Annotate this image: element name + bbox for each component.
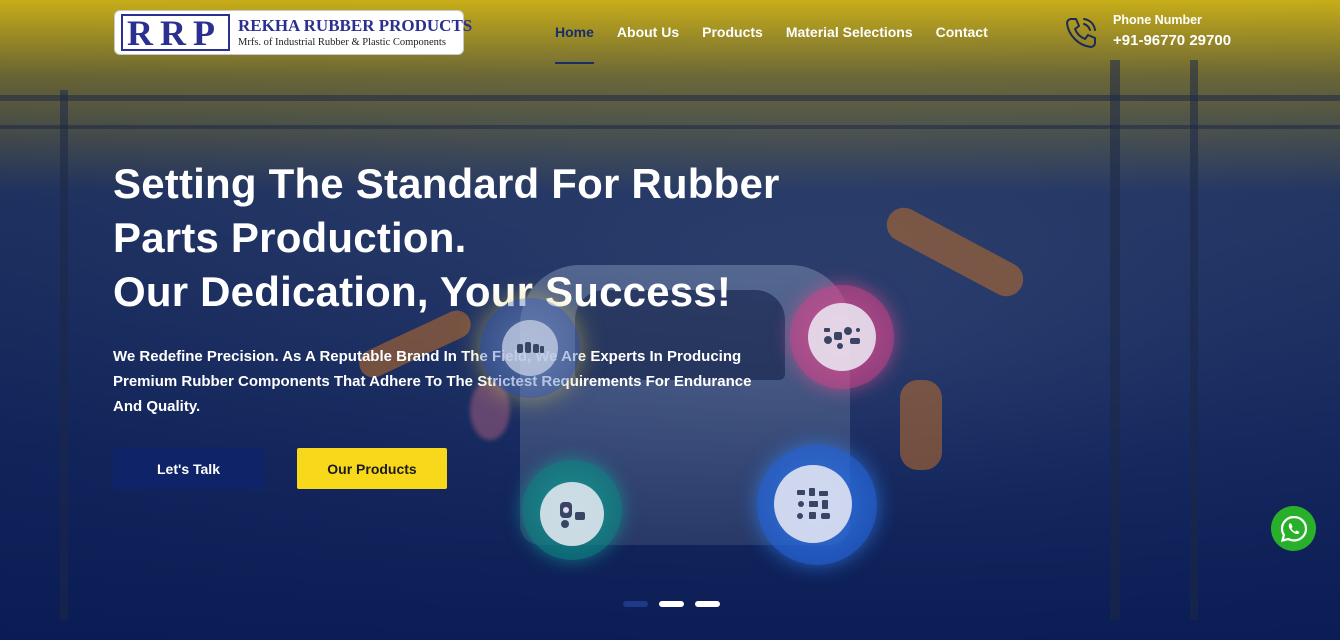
brand-name: REKHA RUBBER PRODUCTS (238, 15, 473, 35)
factory-pillar (1110, 60, 1120, 620)
product-bubble-mounts (757, 445, 877, 565)
nav-contact[interactable]: Contact (936, 24, 988, 40)
slider-dot-3[interactable] (695, 601, 720, 607)
whatsapp-button[interactable] (1271, 506, 1316, 551)
product-bubble-seals (522, 460, 622, 560)
slider-dots (623, 601, 720, 607)
mounts-image (774, 465, 852, 543)
logo-mark: RRP (121, 14, 230, 51)
factory-pillar (60, 90, 68, 620)
headline-line: Parts Production. (113, 214, 467, 261)
brand-logo[interactable]: RRP REKHA RUBBER PRODUCTS Mrfs. of Indus… (114, 10, 472, 55)
product-bubble-assorted (790, 285, 894, 389)
seals-image (540, 482, 604, 546)
robot-arm (900, 380, 942, 470)
bushings-image (502, 320, 558, 376)
slider-dot-1[interactable] (623, 601, 648, 607)
hero-headline: Setting The Standard For Rubber Parts Pr… (113, 157, 813, 319)
hero-section (0, 0, 1340, 640)
our-products-button[interactable]: Our Products (297, 448, 447, 489)
whatsapp-icon (1280, 515, 1307, 542)
robot-arm (880, 201, 1030, 303)
factory-pillar (1190, 60, 1198, 620)
brand-tagline: Mrfs. of Industrial Rubber & Plastic Com… (238, 36, 446, 48)
main-nav: Home About Us Products Material Selectio… (555, 24, 988, 64)
lets-talk-button[interactable]: Let's Talk (113, 448, 264, 489)
assorted-parts-image (808, 303, 876, 371)
slider-dot-2[interactable] (659, 601, 684, 607)
phone-label: Phone Number (1113, 13, 1202, 27)
nav-home[interactable]: Home (555, 24, 594, 64)
ceiling-beam (0, 95, 1340, 101)
headline-line: Setting The Standard For Rubber (113, 160, 780, 207)
headline-line: Our Dedication, Your Success! (113, 268, 732, 315)
hero-lead: We Redefine Precision. As A Reputable Br… (113, 348, 752, 415)
logo-text: REKHA RUBBER PRODUCTS Mrfs. of Industria… (238, 17, 472, 49)
phone-icon (1062, 14, 1100, 52)
phone-number-link[interactable]: +91-96770 29700 (1113, 32, 1231, 49)
nav-material-selections[interactable]: Material Selections (786, 24, 913, 40)
ceiling-beam (0, 125, 1340, 129)
nav-products[interactable]: Products (702, 24, 763, 40)
product-bubble-bushings (480, 298, 580, 398)
nav-about-us[interactable]: About Us (617, 24, 679, 40)
